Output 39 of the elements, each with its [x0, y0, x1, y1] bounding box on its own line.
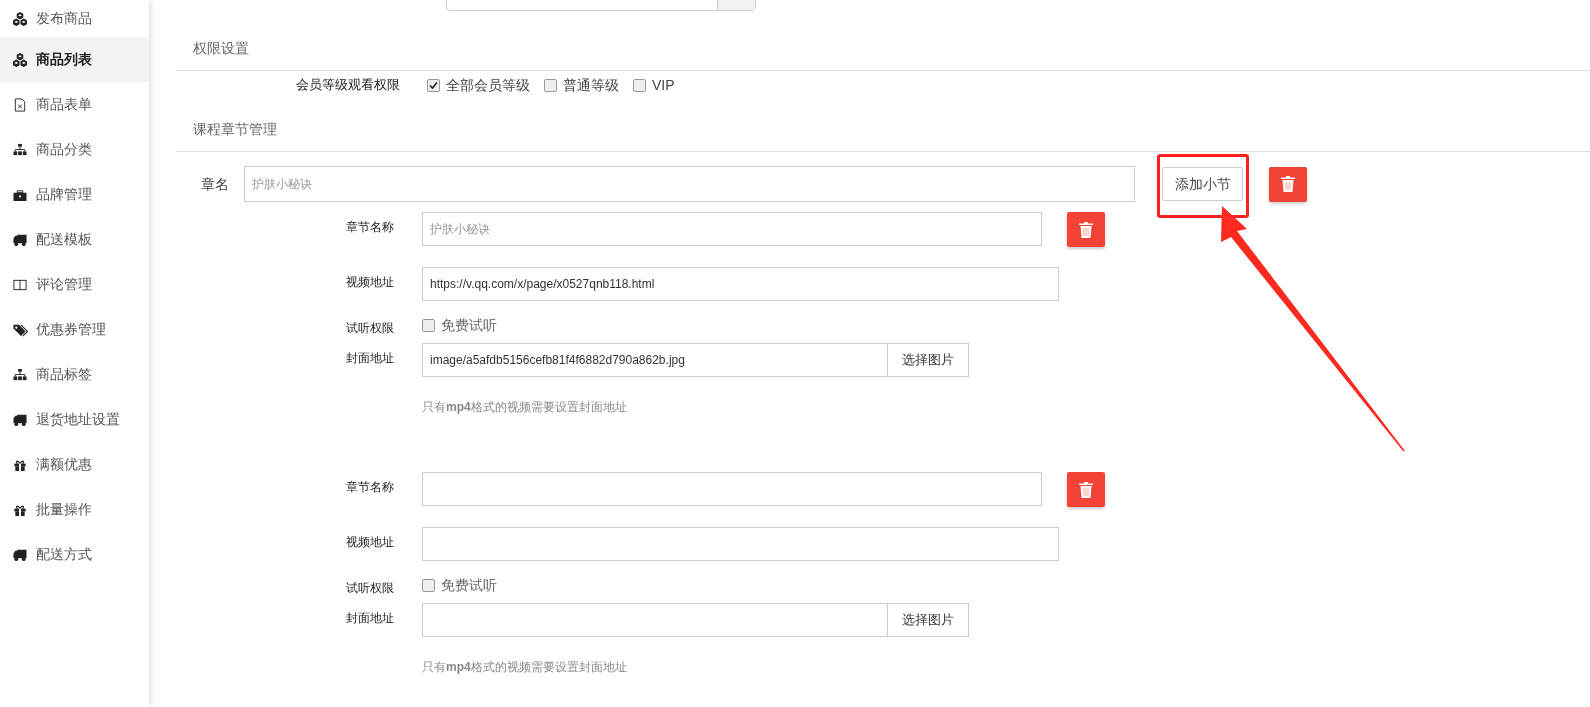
field-label: 章节名称 — [346, 479, 395, 496]
sidebar-item[interactable]: 批量操作 — [0, 487, 149, 532]
field-label: 视频地址 — [346, 274, 395, 291]
section-heading: 权限设置 — [176, 0, 1590, 71]
input-field[interactable]: https://v.qq.com/x/page/x0527qnb118.html — [422, 267, 1059, 301]
input-field[interactable]: image/a5afdb5156cefb81f4f6882d790a862b.jpg — [422, 343, 888, 377]
checkbox-label: 免费试听 — [441, 316, 497, 335]
add-section-button[interactable]: 添加小节 — [1162, 167, 1243, 201]
field-label: 章名 — [200, 174, 229, 194]
sidebar-item[interactable]: 满额优惠 — [0, 442, 149, 487]
sidebar-item[interactable]: 品牌管理 — [0, 172, 149, 217]
sidebar-item[interactable]: 商品分类 — [0, 127, 149, 172]
sidebar-item[interactable]: 优惠券管理 — [0, 307, 149, 352]
choose-image-button[interactable]: 选择图片 — [888, 603, 969, 637]
field-label: 试听权限 — [346, 320, 395, 337]
hint-text: 只有mp4格式的视频需要设置封面地址 — [422, 399, 628, 416]
field-label: 封面地址 — [346, 350, 395, 367]
field-label: 封面地址 — [346, 610, 395, 627]
field-label: 试听权限 — [346, 580, 395, 597]
sidebar-item[interactable]: 评论管理 — [0, 262, 149, 307]
sidebar-item[interactable]: 发布商品 — [0, 0, 149, 37]
field-label: 章节名称 — [346, 219, 395, 236]
field-label: 视频地址 — [346, 534, 395, 551]
input-field[interactable]: 护肤小秘诀 — [244, 166, 1135, 202]
section-heading: 课程章节管理 — [176, 99, 1590, 152]
checkbox-label: 免费试听 — [441, 576, 497, 595]
sidebar-item[interactable]: 商品列表 — [0, 37, 149, 82]
checkbox-label: 普通等级 — [563, 75, 619, 95]
sidebar-item[interactable]: 商品表单 — [0, 82, 149, 127]
sidebar-item[interactable]: 配送方式 — [0, 532, 149, 577]
sidebar-item[interactable]: 退货地址设置 — [0, 397, 149, 442]
sidebar-item[interactable]: 商品标签 — [0, 352, 149, 397]
checkbox-label: 全部会员等级 — [446, 75, 530, 95]
choose-image-button[interactable]: 选择图片 — [888, 343, 969, 377]
field-label: 会员等级观看权限 — [295, 76, 401, 95]
checkbox-label: VIP — [652, 75, 675, 95]
input-field[interactable]: 护肤小秘诀 — [422, 212, 1042, 246]
hint-text: 只有mp4格式的视频需要设置封面地址 — [422, 659, 628, 676]
sidebar-item[interactable]: 配送模板 — [0, 217, 149, 262]
